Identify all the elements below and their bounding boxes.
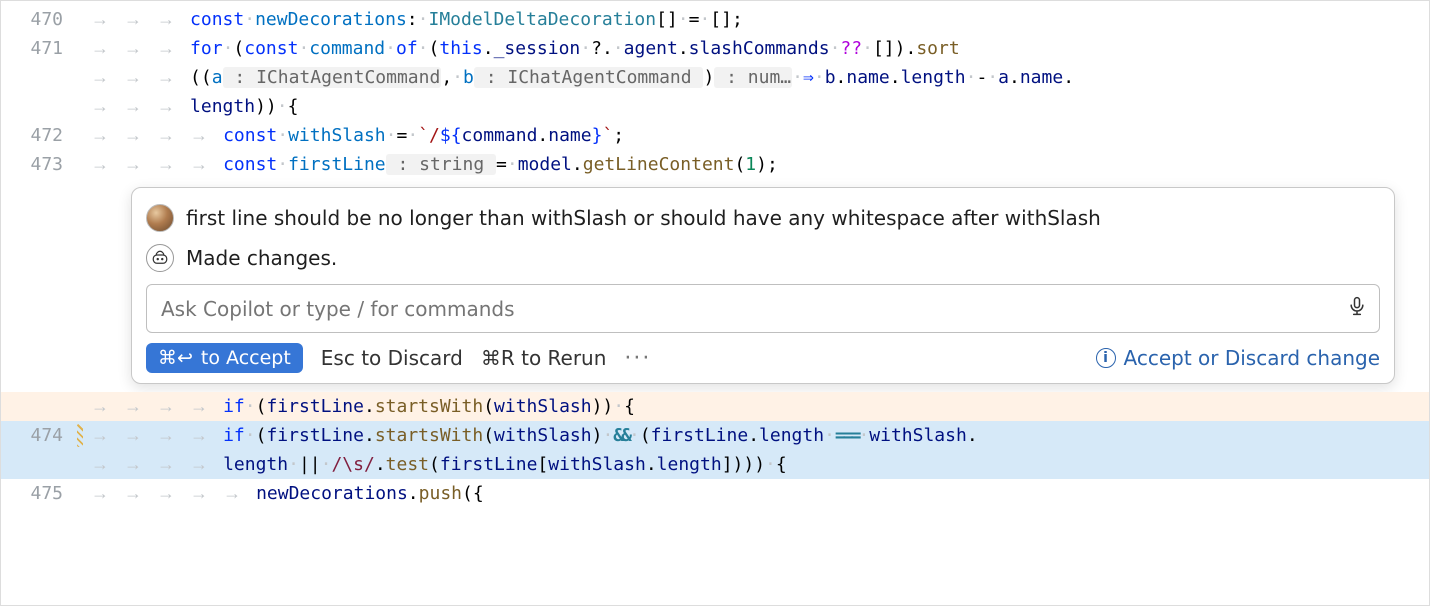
chat-input-field[interactable] — [159, 296, 1347, 322]
code-content[interactable]: → → → length))·{ — [91, 92, 1429, 121]
line-number: 474 — [1, 421, 91, 450]
line-number: 475 — [1, 479, 91, 508]
code-line: 470 → → → const·newDecorations:·IModelDe… — [1, 5, 1429, 34]
chat-user-message: first line should be no longer than with… — [146, 204, 1380, 232]
code-content[interactable]: → → → → if·(firstLine.startsWith(withSla… — [91, 421, 1429, 450]
info-icon: i — [1096, 348, 1116, 368]
accept-button[interactable]: ⌘↩ to Accept — [146, 343, 303, 373]
code-content[interactable]: → → → → if·(firstLine.startsWith(withSla… — [91, 392, 1429, 421]
code-content[interactable]: → → → → length·||·/\s/.test(firstLine[wi… — [91, 450, 1429, 479]
user-avatar-icon — [146, 204, 174, 232]
hint-text: Accept or Discard change — [1124, 346, 1381, 370]
diff-added-line: 474 → → → → if·(firstLine.startsWith(wit… — [1, 421, 1429, 450]
chat-input[interactable] — [146, 284, 1380, 333]
code-line-wrap: → → → ((a : IChatAgentCommand,·b : IChat… — [1, 63, 1429, 92]
discard-button[interactable]: Esc to Discard — [321, 346, 463, 370]
code-content[interactable]: → → → → const·firstLine : string =·model… — [91, 150, 1429, 179]
rerun-button[interactable]: ⌘R to Rerun — [481, 346, 607, 370]
inline-chat-widget[interactable]: first line should be no longer than with… — [131, 187, 1395, 384]
code-content[interactable]: → → → → const·withSlash·=·`/${command.na… — [91, 121, 1429, 150]
line-number: 471 — [1, 34, 91, 63]
chat-toolbar: ⌘↩ to Accept Esc to Discard ⌘R to Rerun … — [146, 343, 1380, 373]
code-content[interactable]: → → → → → newDecorations.push({ — [91, 479, 1429, 508]
code-line: 475 → → → → → newDecorations.push({ — [1, 479, 1429, 508]
line-number: 473 — [1, 150, 91, 179]
code-line: 473 → → → → const·firstLine : string =·m… — [1, 150, 1429, 179]
code-content[interactable]: → → → const·newDecorations:·IModelDeltaD… — [91, 5, 1429, 34]
accept-discard-hint[interactable]: i Accept or Discard change — [1096, 346, 1381, 370]
code-line: 471 → → → for·(const·command·of·(this._s… — [1, 34, 1429, 63]
diff-removed-line: → → → → if·(firstLine.startsWith(withSla… — [1, 392, 1429, 421]
chat-assistant-text: Made changes. — [186, 246, 337, 270]
copilot-icon — [146, 244, 174, 272]
accept-label: to Accept — [201, 347, 291, 369]
code-content[interactable]: → → → for·(const·command·of·(this._sessi… — [91, 34, 1429, 63]
line-number: 470 — [1, 5, 91, 34]
diff-added-line-wrap: → → → → length·||·/\s/.test(firstLine[wi… — [1, 450, 1429, 479]
code-line-wrap: → → → length))·{ — [1, 92, 1429, 121]
microphone-icon[interactable] — [1347, 295, 1367, 322]
code-content[interactable]: → → → ((a : IChatAgentCommand,·b : IChat… — [91, 63, 1429, 92]
code-editor[interactable]: 470 → → → const·newDecorations:·IModelDe… — [1, 1, 1429, 508]
more-menu-icon[interactable]: ··· — [624, 346, 651, 371]
shortcut-key: ⌘↩ — [158, 347, 193, 369]
line-number: 472 — [1, 121, 91, 150]
code-line: 472 → → → → const·withSlash·=·`/${comman… — [1, 121, 1429, 150]
chat-assistant-message: Made changes. — [146, 244, 1380, 272]
chat-user-text: first line should be no longer than with… — [186, 206, 1101, 230]
